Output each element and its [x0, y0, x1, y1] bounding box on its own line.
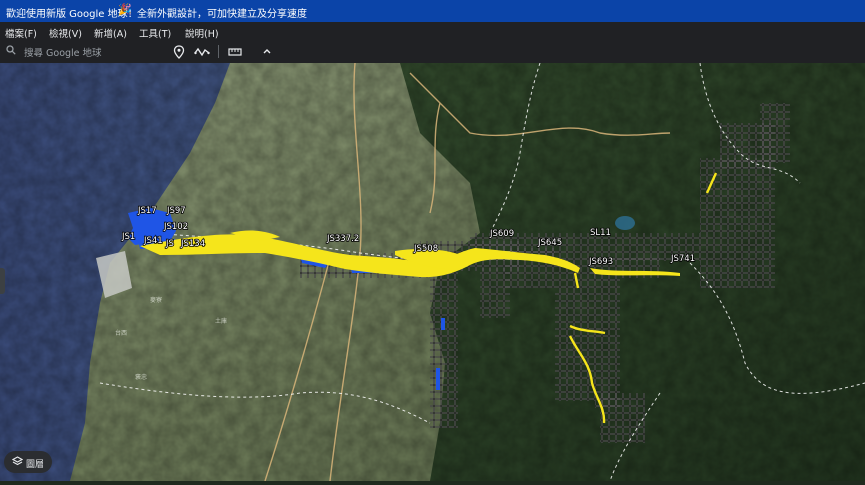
chevron-up-icon[interactable]	[262, 44, 278, 58]
station-label[interactable]: JS134	[179, 238, 206, 250]
station-label[interactable]: JS17	[136, 205, 157, 217]
town-label: 台西	[115, 329, 127, 337]
station-label[interactable]: JS97	[165, 205, 186, 217]
menu-view[interactable]: 檢視(V)	[49, 26, 82, 40]
station-label[interactable]: SL11	[589, 227, 612, 239]
menu-help[interactable]: 說明(H)	[185, 26, 219, 40]
station-label[interactable]: JS41	[142, 235, 163, 247]
layers-button[interactable]: 圖層	[4, 451, 52, 473]
station-label[interactable]: JS102	[162, 221, 189, 233]
search-icon	[6, 45, 16, 58]
town-label: 土庫	[215, 317, 227, 325]
banner-feature-text: 全新外觀設計，可加快建立及分享速度	[137, 9, 307, 20]
search-input[interactable]: 搜尋 Google 地球	[2, 41, 160, 61]
placemark-icon[interactable]	[173, 44, 189, 59]
menu-add[interactable]: 新增(A)	[94, 26, 127, 40]
station-label[interactable]: JS508	[412, 243, 439, 255]
reservoir	[615, 216, 635, 230]
station-label[interactable]: JS1	[120, 231, 136, 243]
path-icon[interactable]	[194, 44, 210, 58]
station-label[interactable]: JS	[164, 238, 175, 250]
toolbar-divider	[218, 45, 219, 58]
town-label: 麥寮	[150, 296, 162, 304]
ruler-icon[interactable]	[228, 44, 244, 58]
satellite-map-view[interactable]: 麥寮 台西 褒忠 土庫 JS17 JS97 JS102 JS1 JS41 JS …	[0, 62, 865, 482]
menu-tools[interactable]: 工具(T)	[139, 26, 171, 40]
menu-bar: 檔案(F) 檢視(V) 新增(A) 工具(T) 說明(H)	[0, 22, 865, 41]
station-label[interactable]: JS741	[669, 253, 696, 265]
town-label: 褒忠	[135, 373, 147, 381]
party-popper-icon: 🎉	[118, 3, 132, 16]
menu-file[interactable]: 檔案(F)	[5, 26, 37, 40]
station-label[interactable]: JS645	[536, 237, 563, 249]
layers-label: 圖層	[26, 460, 45, 470]
station-label[interactable]: JS337.2	[325, 233, 360, 245]
search-placeholder: 搜尋 Google 地球	[24, 48, 102, 59]
layers-icon	[11, 456, 24, 470]
side-panel-toggle[interactable]	[0, 268, 5, 294]
map-canvas[interactable]: 麥寮 台西 褒忠 土庫 JS17 JS97 JS102 JS1 JS41 JS …	[0, 62, 865, 482]
station-label[interactable]: JS693	[587, 256, 614, 268]
station-label[interactable]: JS609	[488, 228, 515, 240]
welcome-banner: 歡迎使用新版 Google 地球！ 🎉 全新外觀設計，可加快建立及分享速度	[0, 0, 865, 22]
